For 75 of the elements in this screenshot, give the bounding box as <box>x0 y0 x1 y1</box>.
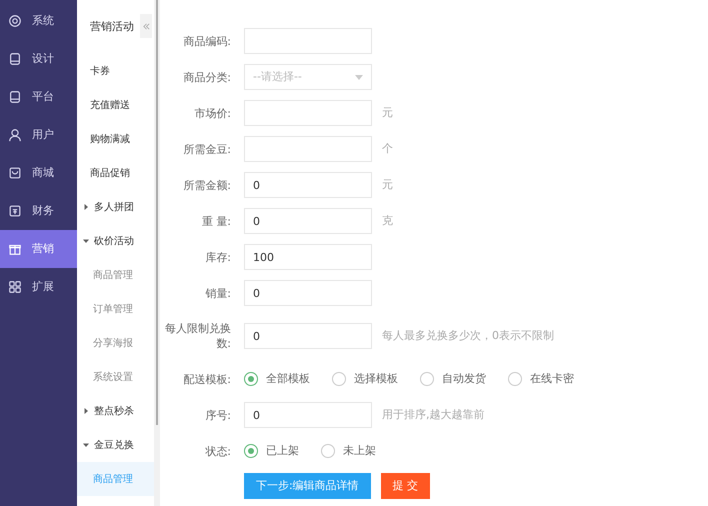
radio-button[interactable] <box>244 444 258 458</box>
radio-option[interactable]: 全部模板 <box>244 370 310 388</box>
field-label: 所需金额: <box>182 178 232 192</box>
submenu-title: 营销活动 <box>90 18 134 35</box>
field-label: 商品分类: <box>182 70 232 84</box>
wallet-icon <box>8 204 22 218</box>
submenu-item[interactable]: 订单管理 <box>77 292 154 326</box>
input-field[interactable] <box>244 28 372 54</box>
sidebar-item[interactable]: 平台 <box>0 78 77 116</box>
field-label: 重 量: <box>200 214 232 228</box>
dropdown-caret-icon <box>355 74 363 80</box>
field-suffix: 元 <box>382 104 393 121</box>
submenu-item[interactable]: 购物满减 <box>77 122 154 156</box>
submenu-group[interactable]: 金豆兑换 <box>77 428 154 462</box>
sidebar-item[interactable]: 系统 <box>0 2 77 40</box>
field-suffix: 每人最多兑换多少次，0表示不限制 <box>382 328 554 344</box>
submenu-group[interactable]: 砍价活动 <box>77 224 154 258</box>
submenu-group[interactable]: 整点秒杀 <box>77 394 154 428</box>
caret-icon <box>83 238 89 244</box>
field-suffix: 个 <box>382 140 393 157</box>
input-field[interactable] <box>244 100 372 126</box>
radio-option[interactable]: 已上架 <box>244 442 299 460</box>
caret-icon <box>83 442 89 448</box>
submenu-item[interactable]: 商品管理 <box>77 258 154 292</box>
input-field[interactable]: 0 <box>244 208 372 234</box>
submenu-item[interactable]: 分享海报 <box>77 326 154 360</box>
field-suffix: 元 <box>382 176 393 193</box>
submenu-item[interactable]: 系统设置 <box>77 360 154 394</box>
sidebar-item[interactable]: 商城 <box>0 154 77 192</box>
sidebar-item[interactable]: 设计 <box>0 40 77 78</box>
submenu-item[interactable]: 充值赠送 <box>77 88 154 122</box>
field-label: 序号: <box>204 408 232 422</box>
radio-button[interactable] <box>244 372 258 386</box>
radio-option[interactable]: 在线卡密 <box>508 370 574 388</box>
sidebar-item[interactable]: 用户 <box>0 116 77 154</box>
input-field[interactable]: 0 <box>244 402 372 428</box>
radio-button[interactable] <box>508 372 522 386</box>
bag-icon <box>8 166 22 180</box>
field-label: 市场价: <box>193 106 232 120</box>
gear-icon <box>8 14 22 28</box>
input-field[interactable] <box>244 136 372 162</box>
sidebar-item[interactable]: 营销 <box>0 230 77 268</box>
field-label: 配送模板: <box>182 372 232 386</box>
submenu-group[interactable]: 多人拼团 <box>77 190 154 224</box>
gift-icon <box>8 242 22 256</box>
sidebar-item[interactable]: 财务 <box>0 192 77 230</box>
submenu-item[interactable]: 商品促销 <box>77 156 154 190</box>
field-suffix: 用于排序,越大越靠前 <box>382 406 484 423</box>
device-icon <box>8 90 22 104</box>
field-suffix: 克 <box>382 212 393 229</box>
field-label: 状态: <box>204 444 232 458</box>
caret-icon <box>83 408 89 414</box>
radio-option[interactable]: 选择模板 <box>332 370 398 388</box>
radio-option[interactable]: 未上架 <box>321 442 376 460</box>
field-label: 商品编码: <box>182 34 232 48</box>
field-label: 每人限制兑换数: <box>164 321 232 351</box>
input-field[interactable]: 0 <box>244 323 372 349</box>
collapse-button[interactable] <box>140 14 152 38</box>
input-field[interactable]: 0 <box>244 172 372 198</box>
radio-button[interactable] <box>321 444 335 458</box>
radio-button[interactable] <box>332 372 346 386</box>
radio-button[interactable] <box>420 372 434 386</box>
sidebar-item[interactable]: 扩展 <box>0 268 77 306</box>
user-icon <box>8 128 22 142</box>
caret-icon <box>83 204 89 210</box>
field-label: 所需金豆: <box>182 142 232 156</box>
grid-icon <box>8 280 22 294</box>
input-field[interactable]: 0 <box>244 280 372 306</box>
field-label: 销量: <box>204 286 232 300</box>
submenu-item[interactable]: 卡券 <box>77 54 154 88</box>
radio-option[interactable]: 自动发货 <box>420 370 486 388</box>
double-chevron-icon <box>142 22 150 30</box>
device-icon <box>8 52 22 66</box>
field-label: 库存: <box>204 250 232 264</box>
input-field[interactable]: 100 <box>244 244 372 270</box>
